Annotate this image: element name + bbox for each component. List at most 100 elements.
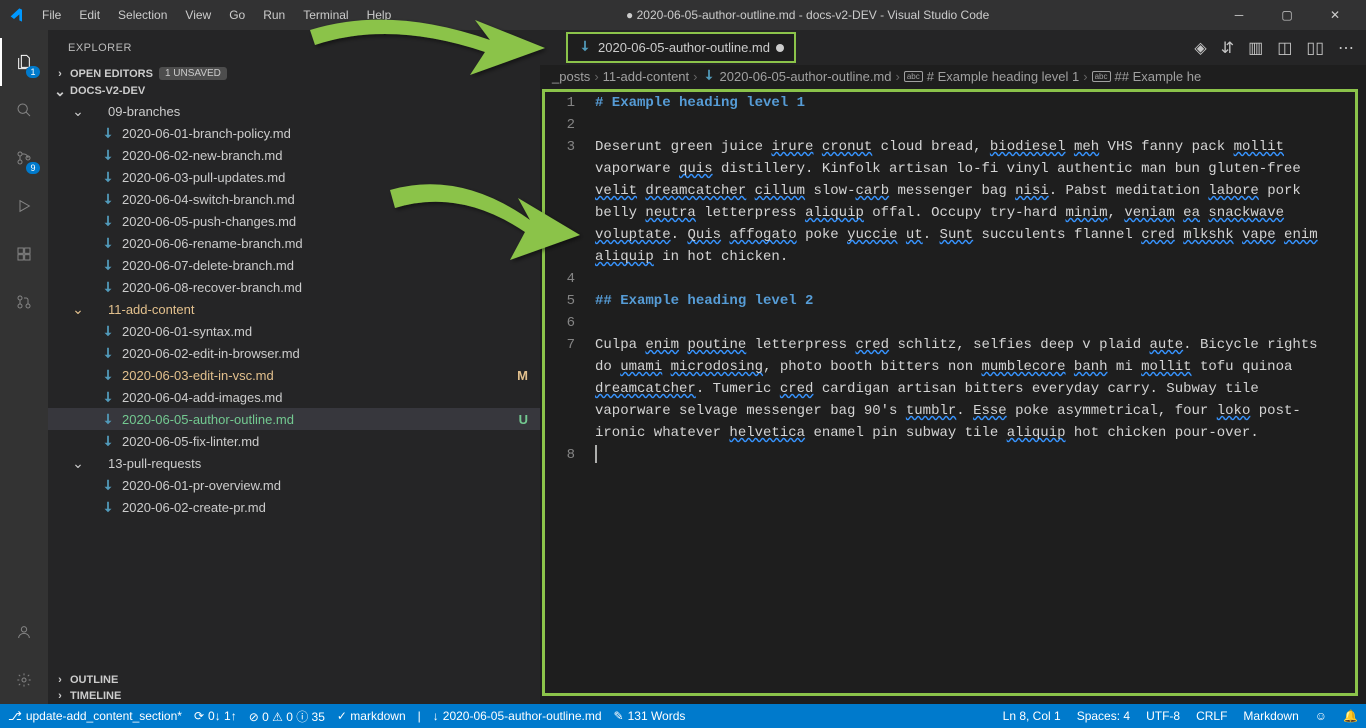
status-sync[interactable]: ⟳0↓ 1↑ bbox=[194, 709, 237, 723]
tree-folder[interactable]: 11-add-content bbox=[48, 298, 540, 320]
menu-run[interactable]: Run bbox=[255, 4, 293, 26]
menu-selection[interactable]: Selection bbox=[110, 4, 175, 26]
file-tree: 09-branches2020-06-01-branch-policy.md 20… bbox=[48, 100, 540, 672]
code-line[interactable] bbox=[595, 312, 1335, 334]
activity-extensions[interactable] bbox=[0, 230, 48, 278]
explorer-badge: 1 bbox=[26, 66, 40, 78]
extensions-icon bbox=[16, 246, 32, 262]
tree-item-label: 2020-06-05-fix-linter.md bbox=[122, 434, 259, 449]
tree-file[interactable]: 2020-06-01-syntax.md bbox=[48, 320, 540, 342]
activity-github[interactable] bbox=[0, 278, 48, 326]
editor-tab[interactable]: 2020-06-05-author-outline.md bbox=[566, 32, 796, 63]
activity-bar: 1 9 bbox=[0, 30, 48, 704]
menu-file[interactable]: File bbox=[34, 4, 69, 26]
activity-settings[interactable] bbox=[0, 656, 48, 704]
menu-edit[interactable]: Edit bbox=[71, 4, 108, 26]
breadcrumb-label: _posts bbox=[552, 69, 590, 84]
gear-icon bbox=[16, 672, 32, 688]
tree-item-label: 2020-06-06-rename-branch.md bbox=[122, 236, 303, 251]
breadcrumbs[interactable]: _posts›11-add-content›2020-06-05-author-… bbox=[540, 65, 1366, 87]
code-line[interactable]: Deserunt green juice irure cronut cloud … bbox=[595, 136, 1335, 268]
status-encoding[interactable]: UTF-8 bbox=[1146, 709, 1180, 723]
menu-go[interactable]: Go bbox=[221, 4, 253, 26]
tree-folder[interactable]: 09-branches bbox=[48, 100, 540, 122]
activity-scm[interactable]: 9 bbox=[0, 134, 48, 182]
code-line[interactable]: ## Example heading level 2 bbox=[595, 290, 1335, 312]
code-line[interactable]: Culpa enim poutine letterpress cred schl… bbox=[595, 334, 1335, 444]
tree-file[interactable]: 2020-06-03-pull-updates.md bbox=[48, 166, 540, 188]
tree-folder[interactable]: 13-pull-requests bbox=[48, 452, 540, 474]
timeline-header[interactable]: TIMELINE bbox=[48, 688, 540, 704]
menu-help[interactable]: Help bbox=[359, 4, 400, 26]
split-editor-icon[interactable]: ◫ bbox=[1277, 38, 1292, 58]
tree-file[interactable]: 2020-06-02-new-branch.md bbox=[48, 144, 540, 166]
tree-file[interactable]: 2020-06-01-pr-overview.md bbox=[48, 474, 540, 496]
chevron-right-icon: › bbox=[1083, 69, 1087, 84]
status-lint[interactable]: ✓ markdown bbox=[337, 709, 406, 723]
chevron-down-icon bbox=[70, 104, 86, 118]
line-number: 5 bbox=[545, 290, 575, 312]
line-number: 4 bbox=[545, 268, 575, 290]
tree-file[interactable]: 2020-06-08-recover-branch.md bbox=[48, 276, 540, 298]
status-words[interactable]: ✎131 Words bbox=[614, 709, 686, 723]
breadcrumb-item[interactable]: _posts bbox=[552, 69, 590, 84]
code-line[interactable]: # Example heading level 1 bbox=[595, 92, 1335, 114]
status-eol[interactable]: CRLF bbox=[1196, 709, 1227, 723]
status-spaces[interactable]: Spaces: 4 bbox=[1077, 709, 1130, 723]
project-root-header[interactable]: DOCS-V2-DEV bbox=[48, 82, 540, 100]
layout-icon[interactable]: ▯▯ bbox=[1306, 38, 1324, 58]
breadcrumb-item[interactable]: 2020-06-05-author-outline.md bbox=[702, 68, 892, 85]
status-feedback[interactable]: ☺ bbox=[1315, 709, 1327, 723]
breadcrumb-item[interactable]: 11-add-content bbox=[603, 69, 690, 84]
status-file[interactable]: ↓2020-06-05-author-outline.md bbox=[433, 709, 602, 723]
chevron-right-icon bbox=[52, 690, 68, 702]
folder-icon bbox=[86, 103, 102, 119]
code-line[interactable] bbox=[595, 114, 1335, 136]
more-actions-icon[interactable]: ⋯ bbox=[1338, 38, 1354, 58]
menu-view[interactable]: View bbox=[177, 4, 219, 26]
activity-run[interactable] bbox=[0, 182, 48, 230]
tree-file[interactable]: 2020-06-05-push-changes.md bbox=[48, 210, 540, 232]
maximize-button[interactable]: ▢ bbox=[1264, 0, 1310, 30]
code-area[interactable]: # Example heading level 1 Deserunt green … bbox=[595, 92, 1355, 693]
line-number: 7 bbox=[545, 334, 575, 444]
open-preview-side-icon[interactable]: ▥ bbox=[1248, 38, 1263, 58]
tree-file[interactable]: 2020-06-02-create-pr.md bbox=[48, 496, 540, 518]
status-notifications[interactable]: 🔔 bbox=[1343, 709, 1358, 723]
tree-file[interactable]: 2020-06-01-branch-policy.md bbox=[48, 122, 540, 144]
open-editors-header[interactable]: OPEN EDITORS 1 UNSAVED bbox=[48, 65, 540, 82]
breadcrumb-item[interactable]: abc# Example heading level 1 bbox=[904, 69, 1079, 84]
tree-item-label: 2020-06-02-new-branch.md bbox=[122, 148, 282, 163]
status-problems[interactable]: ⊘ 0 ⚠ 0 ⓘ 35 bbox=[249, 708, 325, 725]
code-line[interactable] bbox=[595, 444, 1335, 466]
compass-icon[interactable]: ◈ bbox=[1194, 38, 1206, 58]
menu-terminal[interactable]: Terminal bbox=[295, 4, 356, 26]
activity-search[interactable] bbox=[0, 86, 48, 134]
titlebar: File Edit Selection View Go Run Terminal… bbox=[0, 0, 1366, 30]
tree-file[interactable]: 2020-06-06-rename-branch.md bbox=[48, 232, 540, 254]
sidebar-title: EXPLORER bbox=[48, 30, 540, 65]
compare-icon[interactable]: ⇵ bbox=[1221, 38, 1234, 58]
tree-file[interactable]: 2020-06-04-add-images.md bbox=[48, 386, 540, 408]
breadcrumb-label: ## Example he bbox=[1115, 69, 1202, 84]
tree-file[interactable]: 2020-06-04-switch-branch.md bbox=[48, 188, 540, 210]
tree-file[interactable]: 2020-06-05-fix-linter.md bbox=[48, 430, 540, 452]
markdown-file-icon bbox=[100, 433, 116, 449]
code-line[interactable] bbox=[595, 268, 1335, 290]
status-lang[interactable]: Markdown bbox=[1243, 709, 1298, 723]
markdown-file-icon bbox=[100, 169, 116, 185]
tree-file[interactable]: 2020-06-05-author-outline.mdU bbox=[48, 408, 540, 430]
editor-content[interactable]: 12345678 # Example heading level 1 Deseru… bbox=[542, 89, 1358, 696]
tree-file[interactable]: 2020-06-03-edit-in-vsc.mdM bbox=[48, 364, 540, 386]
activity-explorer[interactable]: 1 bbox=[0, 38, 48, 86]
outline-header[interactable]: OUTLINE bbox=[48, 672, 540, 688]
close-button[interactable]: ✕ bbox=[1312, 0, 1358, 30]
tree-file[interactable]: 2020-06-02-edit-in-browser.md bbox=[48, 342, 540, 364]
tree-file[interactable]: 2020-06-07-delete-branch.md bbox=[48, 254, 540, 276]
breadcrumb-item[interactable]: abc## Example he bbox=[1092, 69, 1202, 84]
activity-account[interactable] bbox=[0, 608, 48, 656]
status-branch[interactable]: ⎇update-add_content_section* bbox=[8, 709, 182, 723]
line-gutter: 12345678 bbox=[545, 92, 595, 693]
minimize-button[interactable]: ─ bbox=[1216, 0, 1262, 30]
status-cursor[interactable]: Ln 8, Col 1 bbox=[1003, 709, 1061, 723]
